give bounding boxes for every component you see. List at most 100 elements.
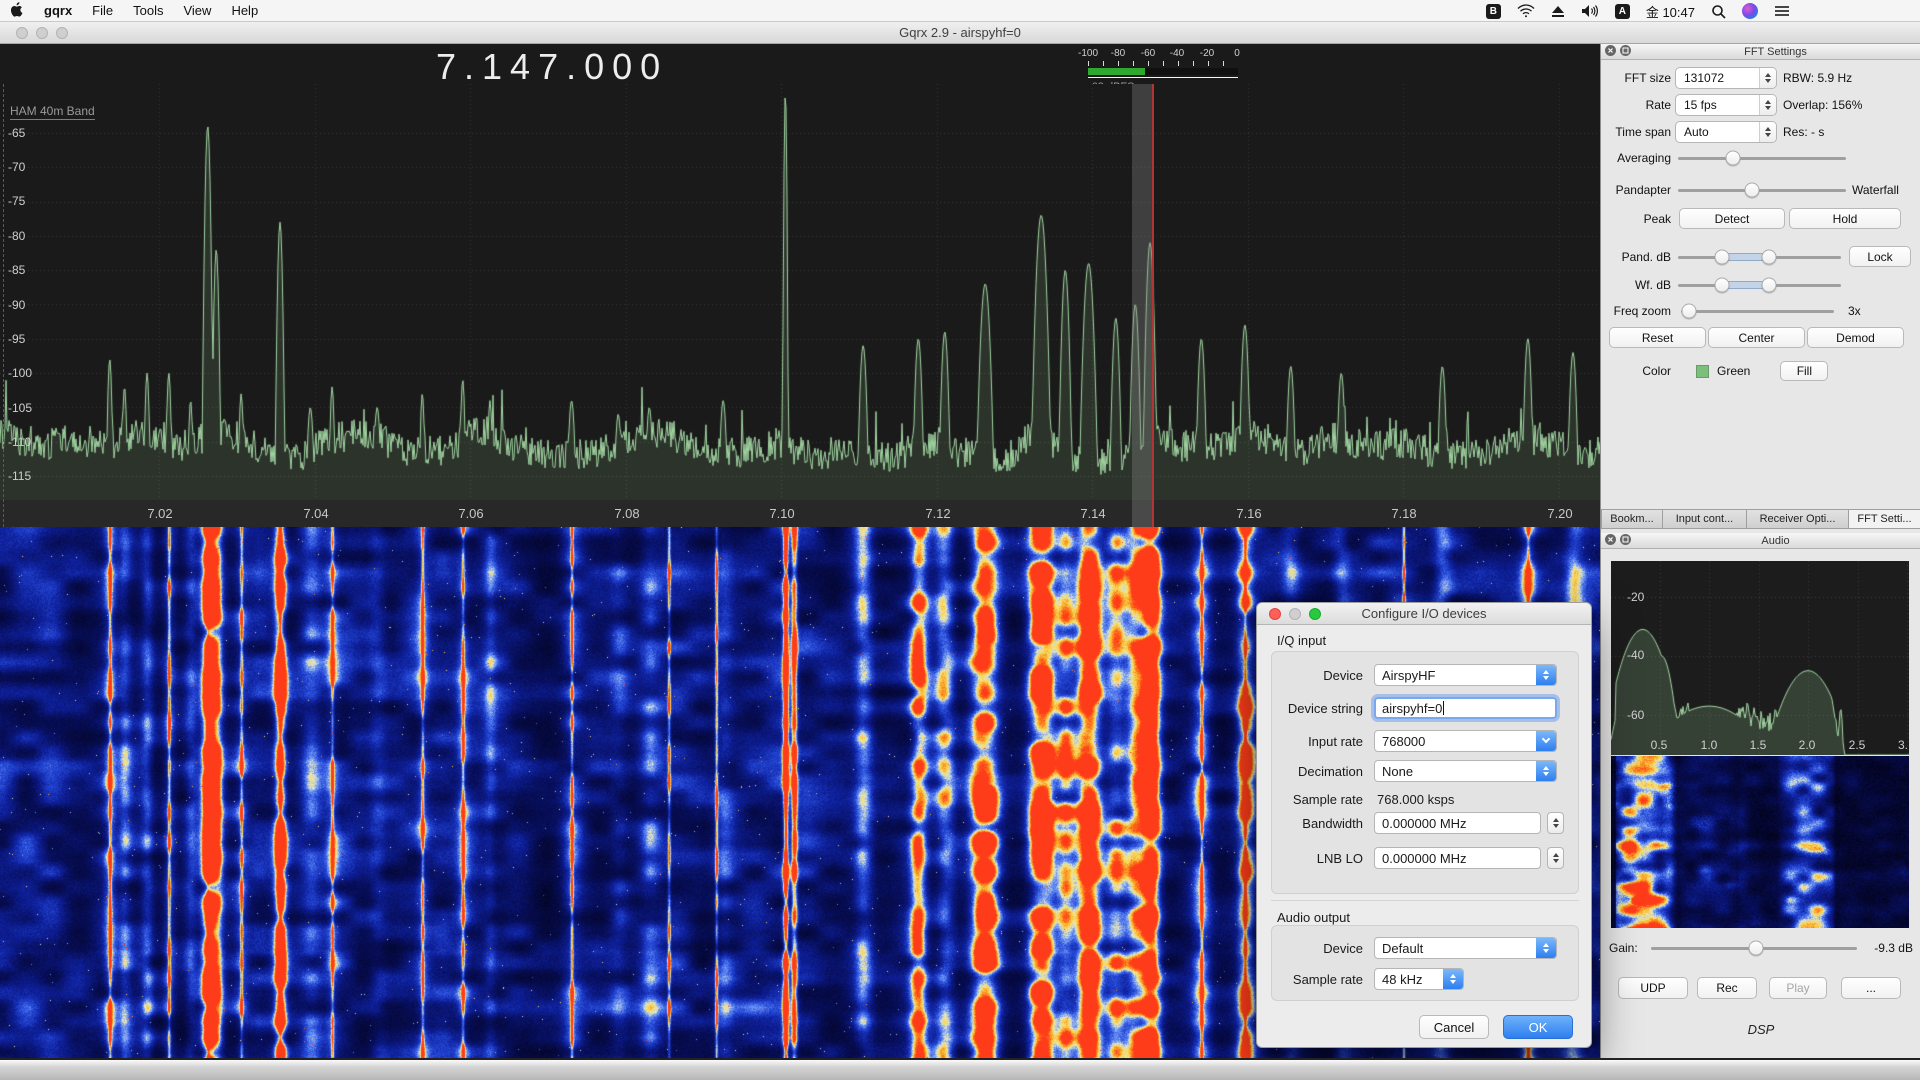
waterfall-db-range-slider[interactable] <box>1678 277 1841 293</box>
freq-zoom-slider[interactable] <box>1681 303 1834 319</box>
panel-float-icon[interactable] <box>1620 534 1631 548</box>
reset-button[interactable]: Reset <box>1609 327 1706 348</box>
bandwidth-stepper[interactable] <box>1547 812 1564 834</box>
rec-button[interactable]: Rec <box>1697 977 1757 999</box>
device-string-input[interactable]: airspyhf=0 <box>1374 697 1557 719</box>
band-edge-marker <box>3 84 4 527</box>
freq-axis-label: 7.18 <box>1391 506 1416 521</box>
averaging-slider[interactable] <box>1678 150 1846 166</box>
sample-rate-value: 768.000 ksps <box>1377 792 1454 807</box>
app-menu-gqrx[interactable]: gqrx <box>34 0 82 21</box>
fill-button[interactable]: Fill <box>1780 361 1828 381</box>
pand-db-min-thumb[interactable] <box>1715 249 1730 264</box>
more-button[interactable]: ... <box>1841 977 1901 999</box>
eject-icon[interactable] <box>1551 5 1565 18</box>
tab-input-controls[interactable]: Input cont... <box>1663 509 1747 529</box>
bandwidth-value: 0.000000 MHz <box>1382 816 1467 831</box>
filter-passband[interactable] <box>1132 84 1154 527</box>
fft-size-label: FFT size <box>1601 71 1671 85</box>
menu-view[interactable]: View <box>173 0 221 21</box>
freq-axis-label: 7.02 <box>147 506 172 521</box>
meter-tick-label: -60 <box>1141 48 1155 59</box>
stepper-icon[interactable] <box>1759 68 1776 88</box>
notification-center-icon[interactable] <box>1774 5 1790 17</box>
audio-device-select[interactable]: Default <box>1374 937 1557 959</box>
gain-value: -9.3 dB <box>1857 941 1913 955</box>
center-button[interactable]: Center <box>1708 327 1805 348</box>
rate-select[interactable]: 15 fps <box>1675 94 1777 116</box>
lnb-lo-input[interactable]: 0.000000 MHz <box>1374 847 1541 869</box>
lock-button[interactable]: Lock <box>1849 246 1911 267</box>
audio-waterfall-canvas[interactable] <box>1611 756 1909 928</box>
decimation-value: None <box>1382 764 1413 779</box>
peak-detect-button[interactable]: Detect <box>1679 208 1785 229</box>
wf-db-min-thumb[interactable] <box>1715 277 1730 292</box>
color-swatch[interactable] <box>1696 365 1709 378</box>
spotlight-search-icon[interactable] <box>1711 4 1726 19</box>
ok-button[interactable]: OK <box>1503 1015 1573 1039</box>
stepper-icon[interactable] <box>1536 665 1556 685</box>
menu-file[interactable]: File <box>82 0 123 21</box>
audio-rate-select[interactable]: 48 kHz <box>1374 968 1464 990</box>
tuning-line[interactable] <box>1152 84 1154 527</box>
panel-float-icon[interactable] <box>1620 45 1631 59</box>
dropdown-arrow-icon[interactable] <box>1536 731 1556 751</box>
averaging-slider-thumb[interactable] <box>1726 151 1741 166</box>
frequency-display[interactable]: 7.147.000 <box>436 46 668 88</box>
panel-close-icon[interactable] <box>1605 45 1616 59</box>
device-select[interactable]: AirspyHF <box>1374 664 1557 686</box>
stepper-icon[interactable] <box>1443 969 1463 989</box>
tab-fft-settings[interactable]: FFT Setti... <box>1849 509 1920 529</box>
panel-close-icon[interactable] <box>1605 534 1616 548</box>
pandapter-canvas[interactable] <box>0 84 1600 500</box>
audio-panel-title: Audio <box>1635 535 1916 547</box>
gain-label: Gain: <box>1609 941 1651 955</box>
wf-db-max-thumb[interactable] <box>1762 277 1777 292</box>
menu-clock[interactable]: 金 10:47 <box>1646 2 1695 21</box>
menu-help[interactable]: Help <box>221 0 268 21</box>
audio-spectrum-canvas[interactable] <box>1611 561 1909 755</box>
db-axis-label: -65 <box>8 126 40 140</box>
fft-size-select[interactable]: 131072 <box>1675 67 1777 89</box>
peak-hold-button[interactable]: Hold <box>1789 208 1901 229</box>
pandapter-waterfall-split-slider[interactable] <box>1678 182 1846 198</box>
siri-icon[interactable] <box>1742 3 1758 19</box>
gain-slider-thumb[interactable] <box>1749 941 1764 956</box>
pandapter-db-range-slider[interactable] <box>1678 249 1841 265</box>
stepper-icon[interactable] <box>1759 122 1776 142</box>
volume-icon[interactable] <box>1581 4 1599 18</box>
freq-axis-label: 7.08 <box>614 506 639 521</box>
stepper-icon[interactable] <box>1536 761 1556 781</box>
b-status-icon[interactable]: B <box>1486 4 1501 19</box>
pand-db-max-thumb[interactable] <box>1762 249 1777 264</box>
fft-settings-header[interactable]: FFT Settings <box>1601 44 1920 60</box>
stepper-icon[interactable] <box>1759 95 1776 115</box>
input-source-icon[interactable]: A <box>1615 4 1630 19</box>
wifi-icon[interactable] <box>1517 4 1535 18</box>
freq-zoom-thumb[interactable] <box>1681 304 1696 319</box>
demod-button[interactable]: Demod <box>1807 327 1904 348</box>
audio-spectrum-plot[interactable]: -20 -40 -60 0.5 1.0 1.5 2.0 2.5 3. <box>1611 561 1909 755</box>
wf-db-label: Wf. dB <box>1601 278 1671 292</box>
time-span-select[interactable]: Auto <box>1675 121 1777 143</box>
play-button[interactable]: Play <box>1769 977 1827 999</box>
tab-bookmarks[interactable]: Bookm... <box>1601 509 1663 529</box>
lnb-lo-value: 0.000000 MHz <box>1382 851 1467 866</box>
udp-button[interactable]: UDP <box>1618 977 1688 999</box>
decimation-select[interactable]: None <box>1374 760 1557 782</box>
stepper-icon[interactable] <box>1536 938 1556 958</box>
input-rate-label: Input rate <box>1257 734 1363 749</box>
apple-menu[interactable] <box>0 0 34 21</box>
cancel-button[interactable]: Cancel <box>1419 1015 1489 1039</box>
window-title-bar[interactable]: Gqrx 2.9 - airspyhf=0 <box>0 22 1920 44</box>
menu-tools[interactable]: Tools <box>123 0 173 21</box>
input-rate-combo[interactable]: 768000 <box>1374 730 1557 752</box>
freq-axis-label: 7.06 <box>458 506 483 521</box>
gain-slider[interactable] <box>1651 940 1857 956</box>
lnb-lo-stepper[interactable] <box>1547 847 1564 869</box>
bandwidth-input[interactable]: 0.000000 MHz <box>1374 812 1541 834</box>
split-slider-thumb[interactable] <box>1744 183 1759 198</box>
audio-panel-header[interactable]: Audio <box>1601 533 1920 549</box>
tab-receiver-options[interactable]: Receiver Opti... <box>1747 509 1849 529</box>
dialog-title-bar[interactable]: Configure I/O devices <box>1257 603 1591 625</box>
